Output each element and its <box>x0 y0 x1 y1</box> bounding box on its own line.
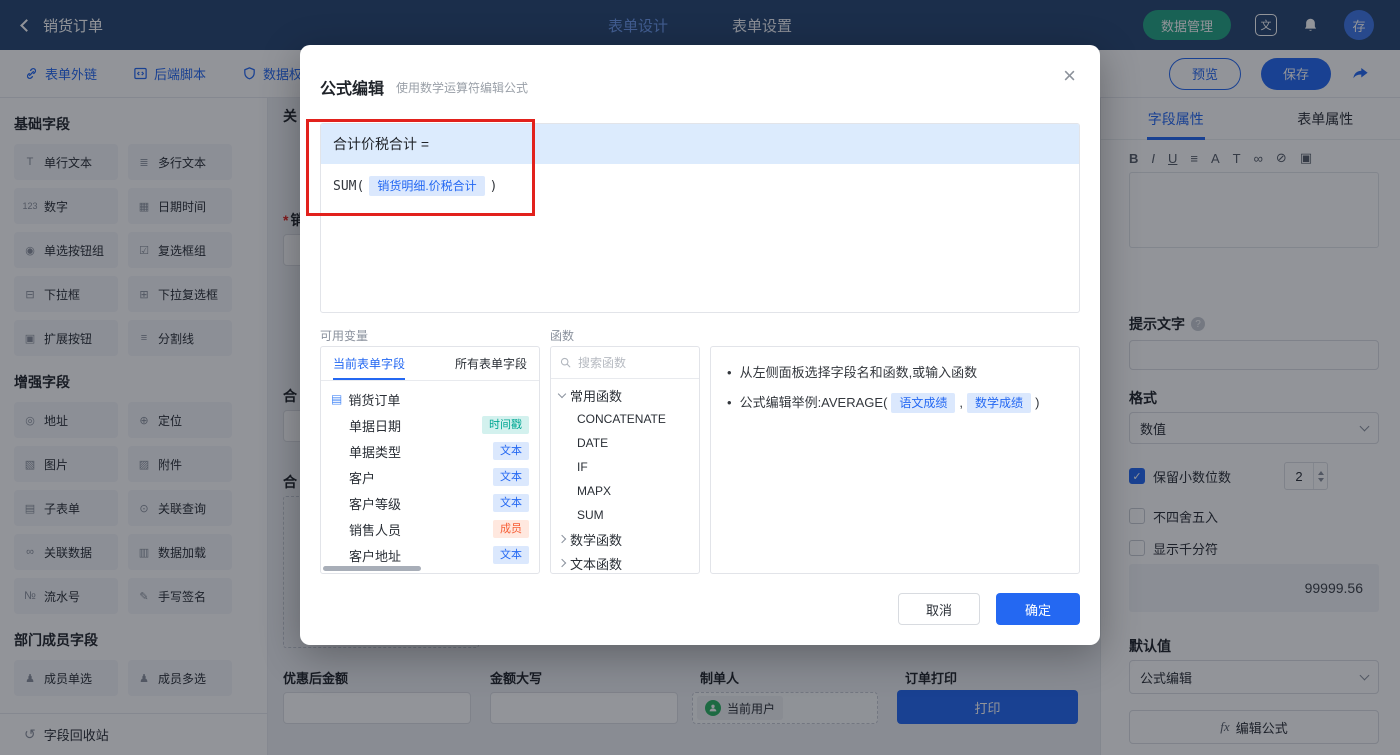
document-icon: ▤ <box>331 392 342 406</box>
app-window: 销货订单 表单设计 表单设置 数据管理 文 存 表单外链 后端脚本 <box>0 0 1400 755</box>
function-search-input[interactable] <box>578 356 678 370</box>
function-search[interactable] <box>551 347 699 379</box>
help-line-2: 公式编辑举例:AVERAGE( 语文成绩 , 数学成绩 ) <box>727 391 1063 415</box>
formula-field-tag[interactable]: 销货明细.价税合计 <box>369 176 484 196</box>
tree-root-form[interactable]: ▤ 销货订单 <box>321 386 539 412</box>
field-type-badge: 成员 <box>493 520 529 538</box>
example-field-tag: 数学成绩 <box>967 393 1031 413</box>
example-field-tag: 语文成绩 <box>891 393 955 413</box>
variables-panel: 当前表单字段 所有表单字段 ▤ 销货订单 单据日期时间戳 单据类型文本 客户文本… <box>320 346 540 574</box>
formula-editor[interactable]: 合计价税合计 = SUM( 销货明细.价税合计 ) <box>320 123 1080 313</box>
function-item-mapx[interactable]: MAPX <box>551 479 699 503</box>
formula-function-text: SUM( <box>333 179 364 194</box>
tab-current-form-fields[interactable]: 当前表单字段 <box>333 347 405 380</box>
formula-help-panel: 从左侧面板选择字段名和函数,或输入函数 公式编辑举例:AVERAGE( 语文成绩… <box>710 346 1080 574</box>
variables-panel-label: 可用变量 <box>320 327 368 344</box>
variable-item[interactable]: 客户等级文本 <box>321 490 539 516</box>
variable-item[interactable]: 单据类型文本 <box>321 438 539 464</box>
variables-tree: ▤ 销货订单 单据日期时间戳 单据类型文本 客户文本 客户等级文本 销售人员成员… <box>321 381 539 568</box>
field-type-badge: 文本 <box>493 494 529 512</box>
confirm-button[interactable]: 确定 <box>996 593 1080 625</box>
variables-tabs: 当前表单字段 所有表单字段 <box>321 347 539 381</box>
function-item-concatenate[interactable]: CONCATENATE <box>551 407 699 431</box>
cancel-button[interactable]: 取消 <box>898 593 980 625</box>
horizontal-scrollbar[interactable] <box>323 566 421 571</box>
chevron-down-icon <box>558 389 566 397</box>
modal-title: 公式编辑 <box>320 75 384 99</box>
tree-root-label: 销货订单 <box>348 390 400 409</box>
function-item-if[interactable]: IF <box>551 455 699 479</box>
function-group-math[interactable]: 数学函数 <box>551 527 699 551</box>
functions-panel: 常用函数 CONCATENATE DATE IF MAPX SUM 数学函数 文… <box>550 346 700 574</box>
formula-expression-line: SUM( 销货明细.价税合计 ) <box>321 164 1079 208</box>
function-group-common[interactable]: 常用函数 <box>551 383 699 407</box>
variable-item[interactable]: 客户文本 <box>321 464 539 490</box>
functions-tree: 常用函数 CONCATENATE DATE IF MAPX SUM 数学函数 文… <box>551 379 699 574</box>
tab-all-form-fields[interactable]: 所有表单字段 <box>455 347 527 380</box>
formula-target-line: 合计价税合计 = <box>321 124 1079 164</box>
variable-item[interactable]: 单据日期时间戳 <box>321 412 539 438</box>
field-type-badge: 文本 <box>493 468 529 486</box>
formula-edit-modal: 公式编辑 使用数学运算符编辑公式 × 合计价税合计 = SUM( 销货明细.价税… <box>300 45 1100 645</box>
field-type-badge: 时间戳 <box>482 416 529 434</box>
function-group-text[interactable]: 文本函数 <box>551 551 699 574</box>
help-line-1: 从左侧面板选择字段名和函数,或输入函数 <box>727 361 1063 385</box>
field-type-badge: 文本 <box>493 546 529 564</box>
modal-footer: 取消 确定 <box>898 593 1080 625</box>
formula-target-text: 合计价税合计 = <box>333 134 429 154</box>
chevron-right-icon <box>558 535 566 543</box>
search-icon <box>559 356 572 369</box>
functions-panel-label: 函数 <box>550 327 574 344</box>
formula-close-paren: ) <box>490 179 498 194</box>
function-item-sum[interactable]: SUM <box>551 503 699 527</box>
variable-item[interactable]: 客户地址文本 <box>321 542 539 568</box>
modal-header: 公式编辑 使用数学运算符编辑公式 × <box>300 45 1100 105</box>
variable-item[interactable]: 销售人员成员 <box>321 516 539 542</box>
modal-subtitle: 使用数学运算符编辑公式 <box>396 79 528 96</box>
close-icon[interactable]: × <box>1063 65 1076 87</box>
chevron-right-icon <box>558 559 566 567</box>
function-item-date[interactable]: DATE <box>551 431 699 455</box>
field-type-badge: 文本 <box>493 442 529 460</box>
